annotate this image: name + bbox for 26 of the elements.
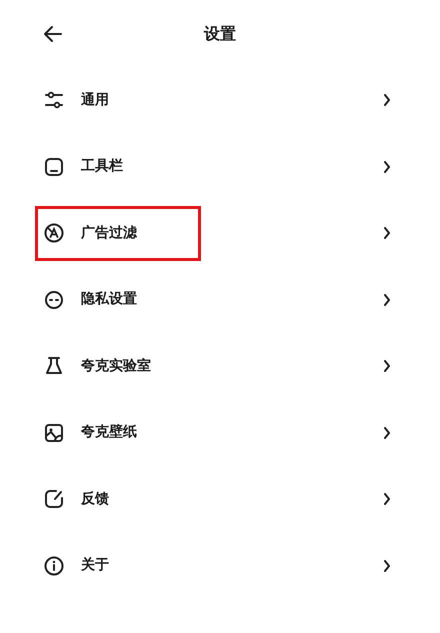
chevron-icon (384, 160, 390, 173)
chevron-icon (384, 360, 390, 372)
menu-item-label[interactable]: 夸克壁纸 (81, 422, 137, 444)
chevron-icon (384, 426, 390, 439)
info-icon (44, 556, 64, 576)
menu-item-label[interactable]: 隐私设置 (81, 289, 137, 310)
menu-item-label[interactable]: 反馈 (81, 488, 109, 510)
menu-item-label[interactable]: 工具栏 (81, 156, 123, 178)
flask-icon (44, 356, 64, 376)
page-title: 设置 (204, 22, 236, 44)
menu-item-label[interactable]: 夸克实验室 (81, 356, 151, 377)
menu-item-label[interactable]: 关于 (81, 555, 109, 576)
edit-icon (44, 489, 64, 510)
toolbar-icon (44, 156, 64, 177)
chevron-icon (384, 560, 390, 572)
back-arrow-icon[interactable] (43, 24, 63, 44)
chevron-icon (384, 94, 390, 106)
chevron-icon (384, 294, 390, 306)
ad-block-icon (44, 223, 64, 244)
menu-item-label[interactable]: 通用 (81, 90, 109, 111)
chevron-icon (384, 227, 390, 240)
sliders-icon (44, 90, 64, 110)
menu-item-label[interactable]: 广告过滤 (81, 222, 137, 244)
image-icon (44, 422, 64, 443)
chevron-icon (384, 493, 390, 506)
face-icon (44, 290, 64, 310)
